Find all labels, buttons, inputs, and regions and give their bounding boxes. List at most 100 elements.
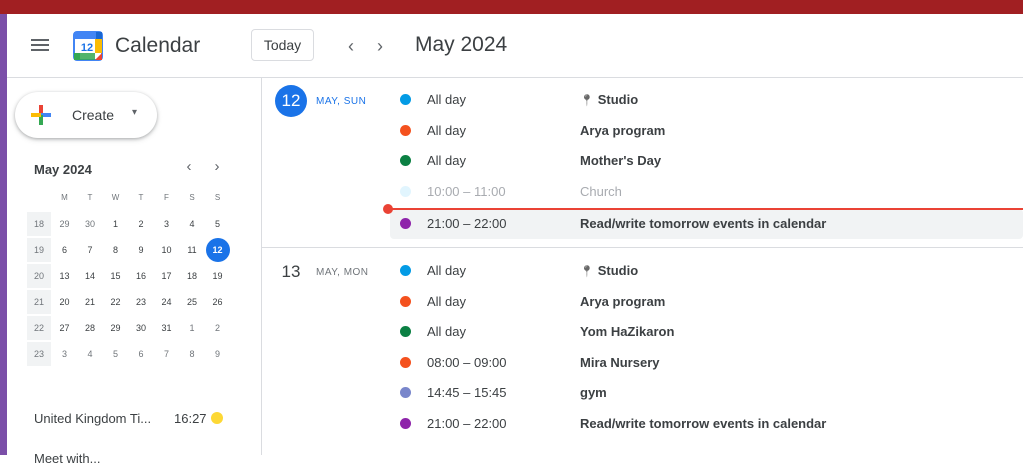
- calendar-logo-icon: 12: [73, 31, 103, 61]
- event-title-wrap: Mother's Day: [580, 153, 661, 168]
- meet-with-link[interactable]: Meet with...: [34, 451, 100, 466]
- day-label: MAY, MON: [316, 267, 369, 278]
- event-color-dot-icon: [400, 356, 411, 368]
- create-label: Create: [72, 107, 115, 123]
- mini-calendar-day[interactable]: 2: [129, 212, 153, 236]
- mini-calendar-day[interactable]: 14: [78, 264, 102, 288]
- next-period-button[interactable]: ›: [370, 34, 390, 58]
- mini-calendar-weekday: W: [111, 193, 120, 202]
- mini-calendar-day[interactable]: 24: [155, 290, 179, 314]
- mini-calendar-day[interactable]: 3: [155, 212, 179, 236]
- mini-calendar-weekday: S: [189, 193, 195, 202]
- mini-calendar-day[interactable]: 11: [180, 238, 204, 262]
- event-title-wrap: Church: [580, 184, 622, 199]
- event-time: 21:00 – 22:00: [427, 216, 507, 232]
- mini-calendar-day[interactable]: 8: [180, 342, 204, 366]
- mini-calendar-day[interactable]: 31: [155, 316, 179, 340]
- mini-calendar-day[interactable]: 3: [53, 342, 77, 366]
- browser-tab-strip: [0, 0, 1023, 14]
- event-time: All day: [427, 263, 467, 278]
- mini-calendar-next-button[interactable]: ›: [208, 158, 226, 175]
- week-number: 22: [27, 316, 51, 340]
- mini-calendar-day[interactable]: 30: [78, 212, 102, 236]
- sidebar: Create ▾ May 2024 ‹ › M T W T F S S 18 29 30 1 2 3 4 5…: [7, 78, 262, 466]
- event-color-dot-icon: [400, 124, 411, 136]
- location-pin-icon: 📍: [580, 266, 594, 278]
- mini-calendar-day[interactable]: 7: [78, 238, 102, 262]
- previous-period-button[interactable]: ‹: [341, 34, 361, 58]
- mini-calendar-day[interactable]: 7: [155, 342, 179, 366]
- mini-calendar-day[interactable]: 26: [206, 290, 230, 314]
- mini-calendar-day[interactable]: 18: [180, 264, 204, 288]
- event-color-dot-icon: [400, 326, 411, 338]
- mini-calendar-day[interactable]: 10: [155, 238, 179, 262]
- mini-calendar-day[interactable]: 29: [104, 316, 128, 340]
- mini-calendar-day[interactable]: 27: [53, 316, 77, 340]
- event-title-wrap: Read/write tomorrow events in calendar: [580, 416, 826, 431]
- day-separator: [262, 247, 1023, 248]
- create-button[interactable]: Create ▾: [15, 92, 157, 138]
- mini-calendar-day[interactable]: 2: [206, 316, 230, 340]
- event-color-dot-icon: [400, 295, 411, 307]
- mini-calendar-day[interactable]: 9: [129, 238, 153, 262]
- day-number[interactable]: 12: [275, 85, 307, 117]
- mini-calendar-day[interactable]: 6: [129, 342, 153, 366]
- current-period-title: May 2024: [415, 33, 508, 56]
- mini-calendar-day[interactable]: 21: [78, 290, 102, 314]
- event-color-dot-icon: [400, 265, 411, 276]
- event-time: All day: [427, 324, 467, 340]
- event-title: Arya program: [580, 293, 666, 309]
- main-menu-button[interactable]: [29, 36, 51, 56]
- mini-calendar-day[interactable]: 19: [206, 264, 230, 288]
- event-row[interactable]: All day Arya program: [390, 116, 1023, 146]
- mini-calendar-day[interactable]: 4: [78, 342, 102, 366]
- event-row[interactable]: 21:00 – 22:00 Read/write tomorrow events …: [390, 409, 1023, 439]
- mini-calendar-day[interactable]: 5: [206, 212, 230, 236]
- agenda-view: 12 MAY, SUN All day 📍 Studio All day Arya prog…: [262, 78, 1023, 455]
- mini-calendar-weekday: M: [61, 193, 68, 202]
- event-row[interactable]: 10:00 – 11:00 Church: [390, 177, 1023, 207]
- mini-calendar-day[interactable]: 23: [129, 290, 153, 314]
- mini-calendar-day[interactable]: 5: [104, 342, 128, 366]
- event-row[interactable]: All day 📍 Studio: [390, 256, 1023, 286]
- mini-calendar-prev-button[interactable]: ‹: [180, 158, 198, 175]
- mini-calendar-day[interactable]: 20: [53, 290, 77, 314]
- mini-calendar-day-selected[interactable]: 12: [205, 238, 230, 262]
- sun-icon: [211, 412, 223, 424]
- event-time: 14:45 – 15:45: [427, 385, 507, 401]
- mini-calendar-day[interactable]: 16: [129, 264, 153, 288]
- today-button[interactable]: Today: [251, 29, 314, 61]
- event-title: Studio: [597, 263, 639, 278]
- plus-icon: [31, 105, 51, 125]
- event-time: All day: [427, 92, 467, 107]
- mini-calendar-day[interactable]: 28: [78, 316, 102, 340]
- mini-calendar-day[interactable]: 29: [53, 212, 77, 236]
- mini-calendar-day[interactable]: 8: [104, 238, 128, 262]
- caret-down-icon: ▾: [132, 107, 138, 118]
- mini-calendar-day[interactable]: 25: [180, 290, 204, 314]
- mini-calendar-day[interactable]: 22: [104, 290, 128, 314]
- event-row[interactable]: 14:45 – 15:45 gym: [390, 378, 1023, 408]
- mini-calendar-day[interactable]: 30: [129, 316, 153, 340]
- day-number[interactable]: 13: [275, 256, 307, 288]
- event-row[interactable]: All day Yom HaZikaron: [390, 317, 1023, 347]
- mini-calendar-day[interactable]: 6: [53, 238, 77, 262]
- event-row[interactable]: All day Arya program: [390, 287, 1023, 317]
- mini-calendar-day[interactable]: 1: [180, 316, 204, 340]
- event-row[interactable]: 08:00 – 09:00 Mira Nursery: [390, 348, 1023, 378]
- event-row[interactable]: All day Mother's Day: [390, 146, 1023, 176]
- mini-calendar-day[interactable]: 4: [180, 212, 204, 236]
- mini-calendar-day[interactable]: 15: [104, 264, 128, 288]
- event-row[interactable]: 21:00 – 22:00 Read/write tomorrow events …: [390, 209, 1023, 240]
- mini-calendar-weekday: T: [138, 193, 144, 202]
- event-row[interactable]: All day 📍 Studio: [390, 85, 1023, 115]
- mini-calendar-day[interactable]: 13: [53, 264, 77, 288]
- mini-calendar-day[interactable]: 1: [104, 212, 128, 236]
- mini-calendar-title: May 2024: [34, 162, 92, 177]
- mini-calendar-day[interactable]: 9: [206, 342, 230, 366]
- event-color-dot-icon: [400, 185, 411, 197]
- event-title: Church: [580, 183, 622, 199]
- mini-calendar-weekday: F: [164, 193, 169, 202]
- mini-calendar-day[interactable]: 17: [155, 264, 179, 288]
- event-title: Yom HaZikaron: [580, 324, 675, 340]
